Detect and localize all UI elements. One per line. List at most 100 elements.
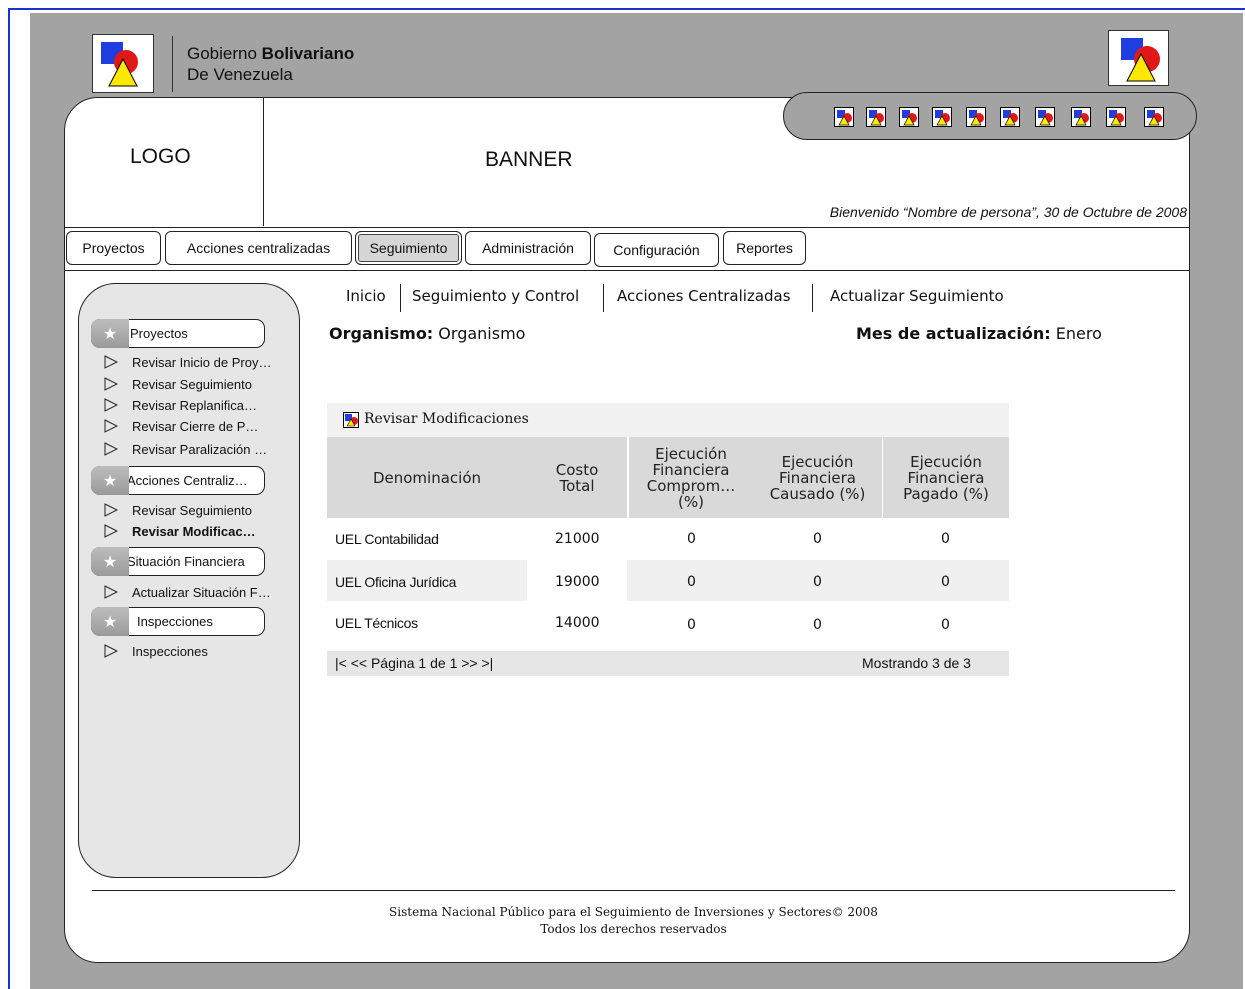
grid-title: Revisar Modificaciones	[364, 411, 529, 427]
cell-comprometido: 0	[687, 531, 696, 547]
sidebar-item-revisar-seguimiento-acciones[interactable]: Revisar Seguimiento	[104, 500, 252, 520]
government-name: Gobierno Bolivariano De Venezuela	[187, 43, 354, 85]
cell-causado: 0	[813, 617, 822, 633]
breadcrumb-seguimiento-control[interactable]: Seguimiento y Control	[412, 287, 579, 305]
play-arrow-icon	[104, 398, 118, 412]
sidebar-section-acciones[interactable]: ★ Acciones Centraliz…	[91, 466, 265, 495]
sidebar-item-revisar-seguimiento[interactable]: Revisar Seguimiento	[104, 374, 252, 394]
tab-acciones-centralizadas[interactable]: Acciones centralizadas	[165, 231, 352, 265]
breadcrumb-acciones-centralizadas[interactable]: Acciones Centralizadas	[617, 287, 791, 305]
sidebar-section-label: Proyectos	[130, 326, 188, 341]
banner-placeholder: BANNER	[485, 148, 573, 171]
cell-pagado: 0	[941, 617, 950, 633]
mes-value: Enero	[1055, 324, 1102, 343]
sidebar-item-label: Revisar Replanifica…	[132, 397, 257, 413]
play-arrow-icon	[104, 503, 118, 517]
cell-denominacion: UEL Técnicos	[335, 615, 418, 631]
cell-pagado: 0	[941, 574, 950, 590]
breadcrumb-inicio[interactable]: Inicio	[346, 287, 386, 305]
welcome-message: Bienvenido “Nombre de persona”, 30 de Oc…	[829, 204, 1187, 220]
footer-copyright: Sistema Nacional Público para el Seguimi…	[389, 905, 878, 919]
sidebar-item-label: Revisar Cierre de P…	[132, 418, 259, 434]
sidebar-item-actualizar-situacion[interactable]: Actualizar Situación F…	[104, 582, 271, 602]
tab-seguimiento[interactable]: Seguimiento	[355, 231, 462, 265]
quick-link-icon-1[interactable]	[834, 107, 854, 127]
quick-link-icon-5[interactable]	[966, 107, 986, 127]
quick-link-icon-3[interactable]	[899, 107, 919, 127]
sidebar-item-revisar-modificaciones[interactable]: Revisar Modificac…	[104, 521, 256, 541]
sidebar-item-label: Revisar Modificac…	[132, 523, 256, 539]
logo-shapes-icon	[101, 42, 138, 87]
breadcrumb-actualizar-seguimiento: Actualizar Seguimiento	[830, 287, 1004, 305]
footer-divider	[92, 890, 1175, 891]
sidebar-item-label: Revisar Inicio de Proy…	[132, 354, 272, 370]
cell-pagado: 0	[941, 531, 950, 547]
quick-link-icon-6[interactable]	[1000, 107, 1020, 127]
grid-logo-icon	[343, 412, 359, 428]
cell-denominacion: UEL Oficina Jurídica	[335, 574, 457, 590]
tab-proyectos[interactable]: Proyectos	[66, 231, 161, 265]
column-header-comprometido[interactable]: Ejecución Financiera Comprom… (%)	[629, 437, 753, 518]
star-icon: ★	[91, 607, 129, 636]
cell-comprometido: 0	[687, 617, 696, 633]
column-header-costo-total[interactable]: Costo Total	[527, 437, 627, 518]
breadcrumb-separator	[603, 284, 604, 312]
star-icon: ★	[91, 319, 129, 348]
sidebar-section-proyectos[interactable]: ★ Proyectos	[91, 319, 265, 348]
star-icon: ★	[91, 547, 129, 576]
breadcrumb-separator	[812, 284, 813, 312]
cell-denominacion: UEL Contabilidad	[335, 531, 439, 547]
header-separator	[64, 227, 1190, 228]
logo-shapes-icon	[1121, 38, 1160, 82]
sidebar-item-label: Revisar Paralización …	[132, 441, 268, 457]
pagination-controls[interactable]: |< << Página 1 de 1 >> >|	[335, 655, 493, 671]
tab-configuracion[interactable]: Configuración	[594, 233, 719, 267]
quick-link-icon-7[interactable]	[1035, 107, 1055, 127]
sidebar-section-inspecciones[interactable]: ★ Inspecciones	[91, 607, 265, 636]
sidebar-item-revisar-cierre[interactable]: Revisar Cierre de P…	[104, 416, 258, 436]
sidebar-item-label: Inspecciones	[132, 643, 208, 659]
sidebar-item-label: Actualizar Situación F…	[132, 584, 271, 600]
logo-banner-divider	[263, 98, 264, 226]
sidebar-item-label: Revisar Seguimiento	[132, 502, 252, 518]
play-arrow-icon	[104, 419, 118, 433]
quick-link-icon-10[interactable]	[1144, 107, 1164, 127]
sidebar-item-revisar-paralizacion[interactable]: Revisar Paralización …	[104, 439, 267, 459]
quick-link-icon-8[interactable]	[1071, 107, 1091, 127]
sidebar-section-label: Situación Financiera	[127, 554, 245, 569]
tab-reportes[interactable]: Reportes	[723, 231, 806, 265]
column-header-denominacion[interactable]: Denominación	[327, 437, 527, 518]
tab-administracion[interactable]: Administración	[465, 231, 591, 265]
quick-link-icon-9[interactable]	[1106, 107, 1126, 127]
star-icon: ★	[91, 466, 129, 495]
header-divider	[172, 36, 173, 92]
play-arrow-icon	[104, 585, 118, 599]
government-logo	[92, 34, 154, 93]
sidebar-section-situacion-financiera[interactable]: ★ Situación Financiera	[91, 547, 265, 576]
government-name-line2: De Venezuela	[187, 65, 293, 84]
cell-causado: 0	[813, 531, 822, 547]
sidebar-item-label: Revisar Seguimiento	[132, 376, 252, 392]
play-arrow-icon	[104, 442, 118, 456]
sidebar-section-label: Inspecciones	[137, 614, 213, 629]
logo-placeholder: LOGO	[130, 145, 191, 168]
sidebar-item-inspecciones[interactable]: Inspecciones	[104, 641, 208, 661]
sidebar-item-revisar-inicio[interactable]: Revisar Inicio de Proy…	[104, 352, 271, 372]
play-arrow-icon	[104, 644, 118, 658]
quick-link-icon-4[interactable]	[932, 107, 952, 127]
organismo-value: Organismo	[438, 324, 526, 343]
cell-costo-total: 19000	[555, 574, 600, 590]
play-arrow-icon	[104, 524, 118, 538]
organismo-label: Organismo:	[329, 324, 434, 343]
sidebar-item-revisar-replanificacion[interactable]: Revisar Replanifica…	[104, 395, 257, 415]
records-count: Mostrando 3 de 3	[862, 655, 971, 671]
column-header-pagado[interactable]: Ejecución Financiera Pagado (%)	[883, 437, 1009, 518]
table-row[interactable]	[327, 602, 1009, 643]
cell-causado: 0	[813, 574, 822, 590]
breadcrumb-separator	[400, 284, 401, 312]
government-name-bold: Bolivariano	[261, 44, 355, 63]
quick-link-icon-2[interactable]	[866, 107, 886, 127]
column-header-causado[interactable]: Ejecución Financiera Causado (%)	[753, 437, 882, 518]
government-name-prefix: Gobierno	[187, 44, 257, 63]
sidebar-section-label: Acciones Centraliz…	[127, 473, 248, 488]
